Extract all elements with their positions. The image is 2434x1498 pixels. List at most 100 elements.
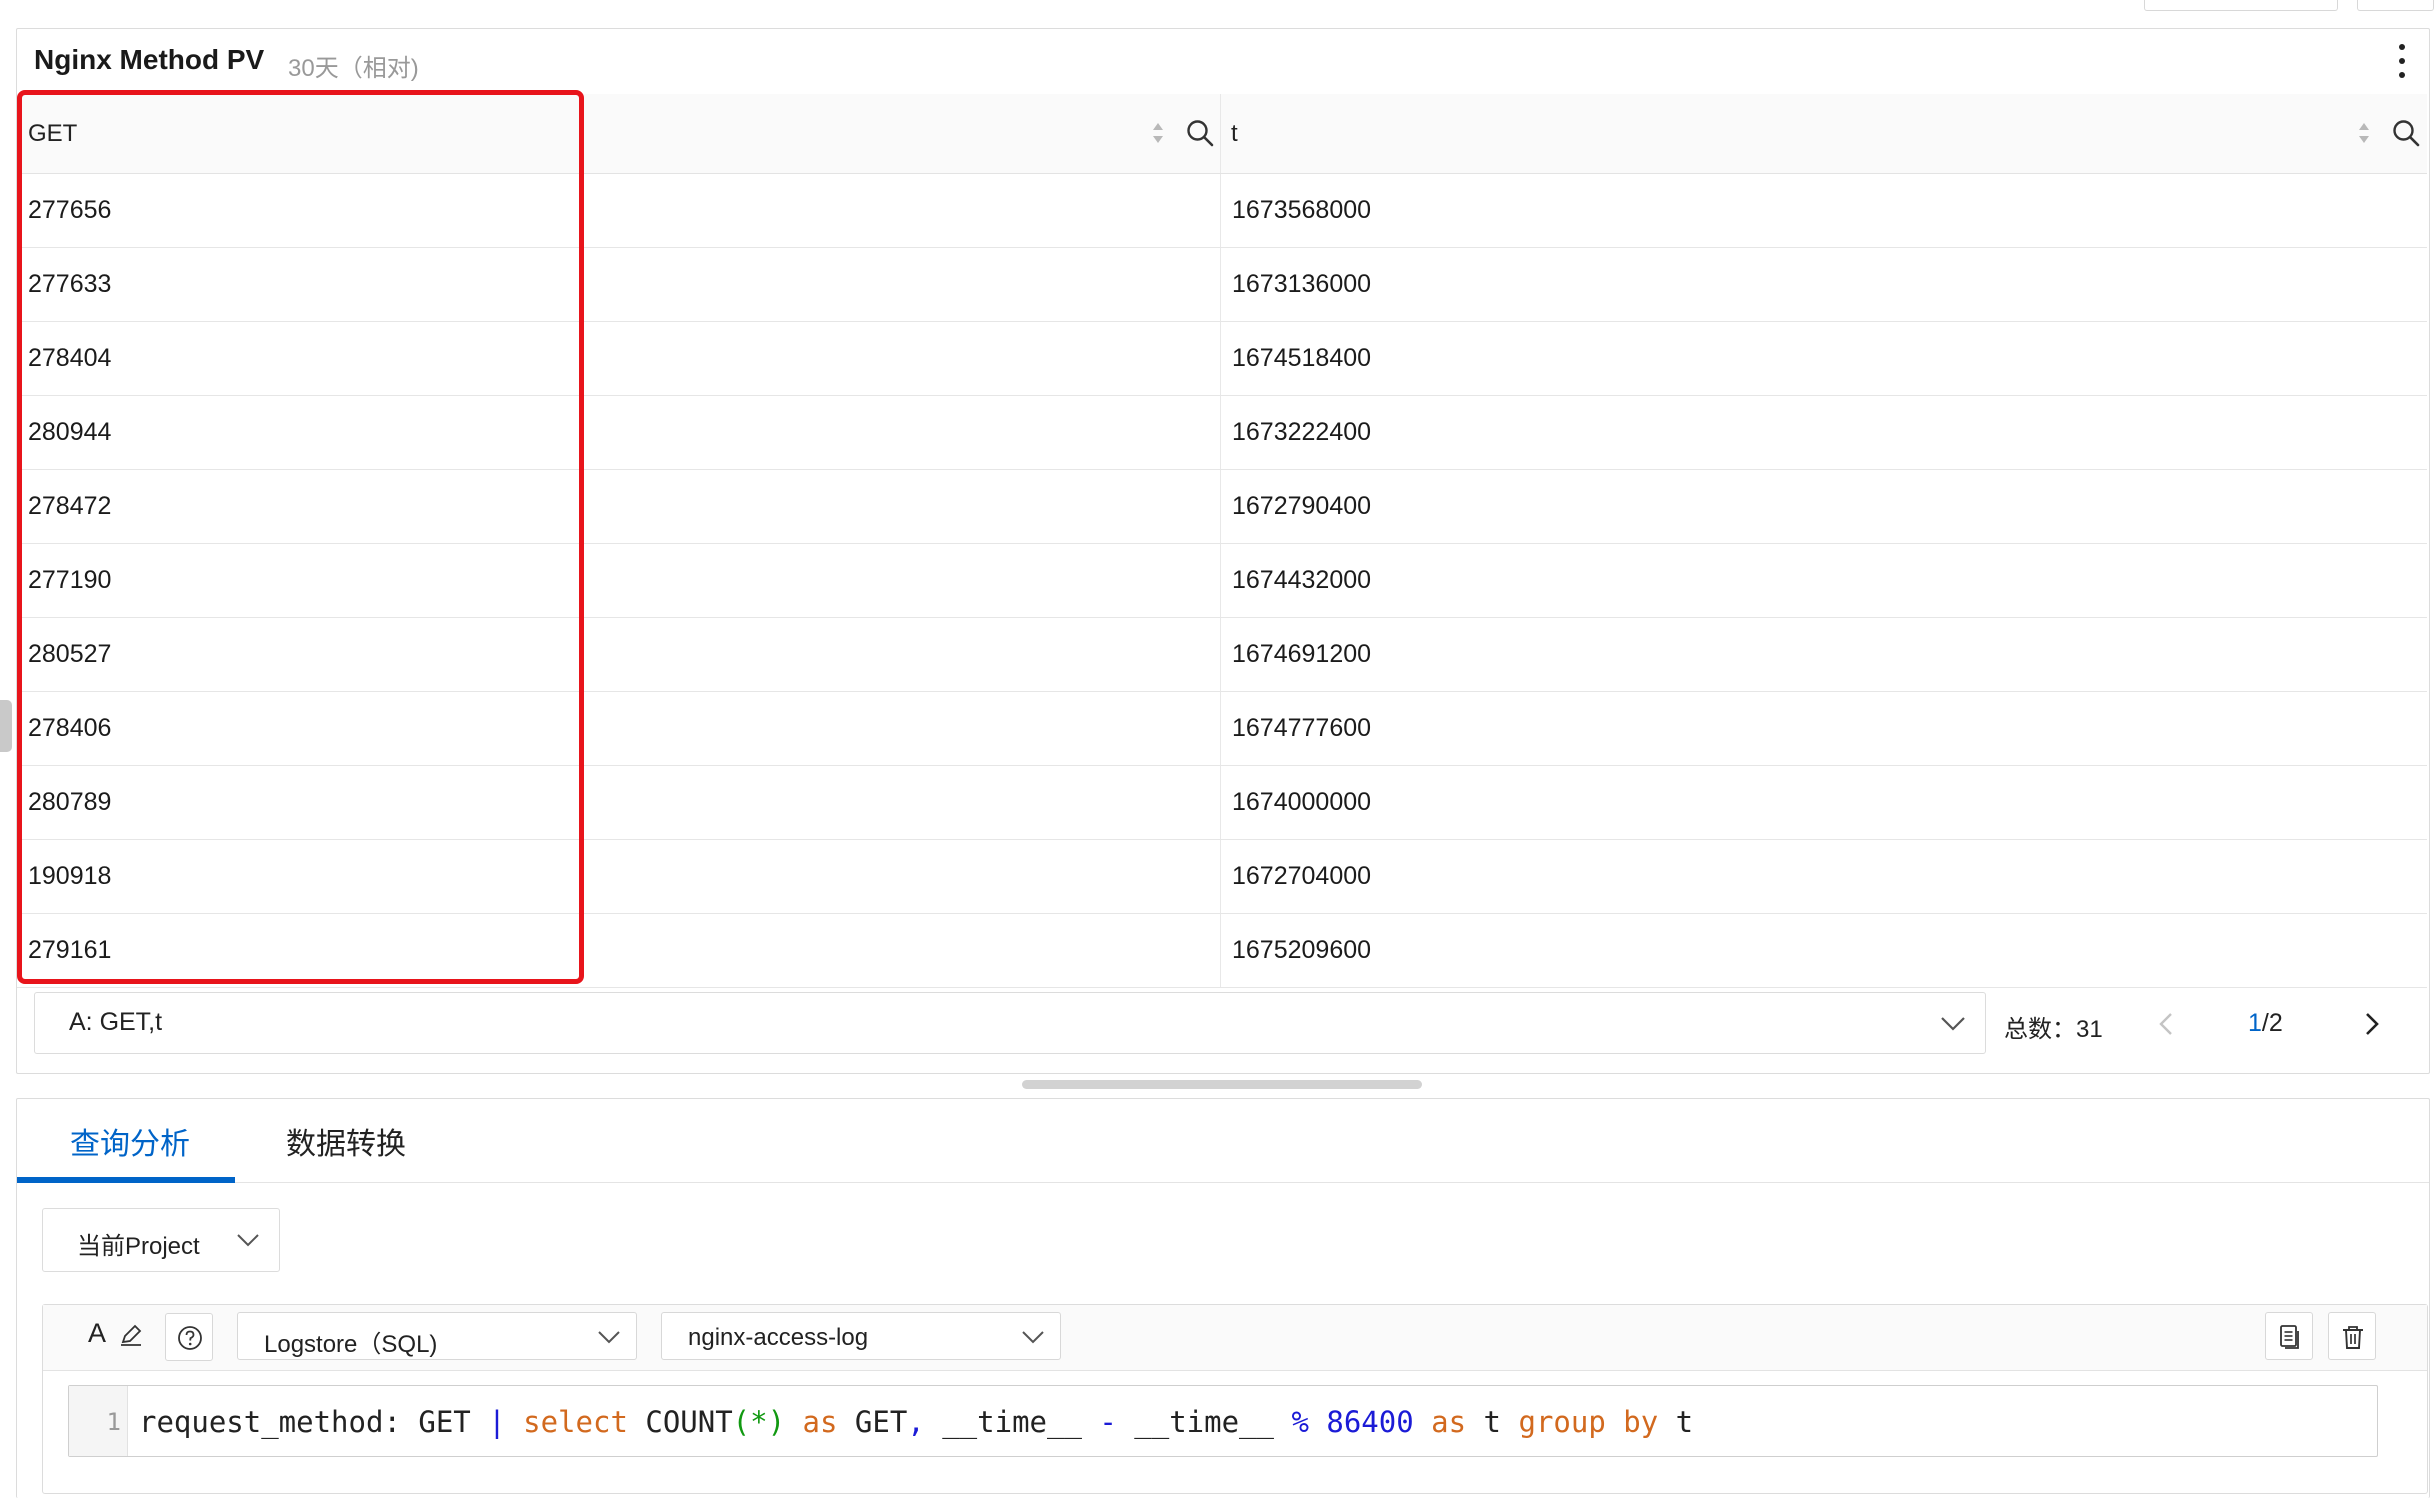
logstore-select[interactable]: nginx-access-log [661, 1312, 1061, 1360]
code-token: GET [837, 1405, 908, 1439]
query-tabs: 查询分析 数据转换 [17, 1099, 2429, 1183]
top-toolbar-button[interactable] [2144, 0, 2338, 11]
cell-t: 1673568000 [1232, 196, 1372, 224]
table-row: 278472 1672790400 [17, 470, 2427, 544]
query-code-editor[interactable]: 1 request_method: GET | select COUNT(*) … [68, 1385, 2378, 1457]
cell-t: 1672790400 [1232, 492, 1372, 520]
code-token: t [1658, 1405, 1694, 1439]
cell-get: 277656 [28, 196, 112, 224]
code-token: __time__ [924, 1405, 1100, 1439]
code-token: 86400 [1326, 1405, 1414, 1439]
table-row: 279161 1675209600 [17, 914, 2427, 988]
table-row: 277190 1674432000 [17, 544, 2427, 618]
store-type-value: Logstore（SQL) [264, 1331, 438, 1358]
project-select[interactable]: 当前Project [42, 1208, 280, 1272]
query-result-select-value: A: GET,t [69, 1008, 163, 1036]
code-token: (*) [732, 1405, 786, 1439]
copy-button[interactable] [2265, 1312, 2313, 1360]
delete-button[interactable] [2328, 1312, 2376, 1360]
code-token: | [488, 1405, 506, 1439]
edit-pen-icon[interactable] [118, 1322, 144, 1348]
cell-t: 1675209600 [1232, 936, 1372, 964]
cell-t: 1673222400 [1232, 418, 1372, 446]
panel-resize-splitter[interactable] [1022, 1080, 1422, 1089]
code-token: select [523, 1405, 628, 1439]
table-row: 280944 1673222400 [17, 396, 2427, 470]
chevron-down-icon [1022, 1331, 1044, 1344]
code-token: by [1623, 1405, 1659, 1439]
cell-get: 278406 [28, 714, 112, 742]
column-header-label: t [1231, 120, 1238, 147]
copy-icon [2280, 1325, 2299, 1349]
table-row: 280527 1674691200 [17, 618, 2427, 692]
table-header: GET t [17, 94, 2427, 174]
more-menu-icon[interactable] [2392, 44, 2412, 78]
question-icon [178, 1326, 202, 1350]
sort-icon[interactable] [2356, 120, 2372, 146]
active-tab-indicator [17, 1177, 235, 1183]
cell-get: 278472 [28, 492, 112, 520]
cell-get: 277190 [28, 566, 112, 594]
next-page-icon[interactable] [2354, 1004, 2388, 1044]
trash-icon [2343, 1326, 2363, 1349]
code-token: __time__ [1116, 1405, 1292, 1439]
column-header-label: GET [28, 120, 78, 147]
total-pages: /2 [2261, 1009, 2283, 1037]
table-row: 277656 1673568000 [17, 174, 2427, 248]
total-count: 总数：31 [2004, 1016, 2103, 1043]
table-row: 190918 1672704000 [17, 840, 2427, 914]
code-token: , [907, 1405, 925, 1439]
chevron-down-icon [1941, 1017, 1965, 1031]
code-token: % [1291, 1405, 1309, 1439]
table-row: 277633 1673136000 [17, 248, 2427, 322]
sort-icon[interactable] [1150, 120, 1166, 146]
query-label-icon[interactable]: A [88, 1318, 106, 1349]
code-token: t [1466, 1405, 1519, 1439]
tab-query-analysis[interactable]: 查询分析 [70, 1119, 190, 1163]
table-row: 280789 1674000000 [17, 766, 2427, 840]
query-result-select[interactable]: A: GET,t [34, 992, 1986, 1054]
pagination-indicator: 1/2 [2248, 1009, 2283, 1038]
code-token: as [1431, 1405, 1467, 1439]
prev-page-icon[interactable] [2150, 1004, 2184, 1044]
side-collapse-handle[interactable] [0, 700, 12, 752]
store-type-select[interactable]: Logstore（SQL) [237, 1312, 637, 1360]
chevron-down-icon [598, 1331, 620, 1344]
cell-get: 280789 [28, 788, 112, 816]
query-code-line[interactable]: request_method: GET | select COUNT(*) as… [139, 1405, 1693, 1439]
top-toolbar-button-2[interactable] [2357, 0, 2434, 11]
column-header-t: t [1220, 94, 2427, 174]
search-icon[interactable] [2391, 118, 2421, 148]
cell-get: 277633 [28, 270, 112, 298]
cell-t: 1674000000 [1232, 788, 1372, 816]
line-number: 1 [106, 1408, 121, 1436]
table-row: 278404 1674518400 [17, 322, 2427, 396]
tab-data-transform[interactable]: 数据转换 [286, 1119, 406, 1163]
panel-title: Nginx Method PV [34, 44, 265, 75]
code-token: : GET [383, 1405, 489, 1439]
help-button[interactable] [165, 1313, 213, 1361]
cell-t: 1672704000 [1232, 862, 1372, 890]
panel-time-range: 30天（相对) [288, 55, 419, 82]
code-token: COUNT [627, 1405, 733, 1439]
code-token: request_method [139, 1405, 384, 1439]
search-icon[interactable] [1185, 118, 1215, 148]
column-header-get: GET [17, 94, 1220, 174]
cell-t: 1674777600 [1232, 714, 1372, 742]
table-body: 277656 1673568000 277633 1673136000 2784… [17, 174, 2427, 988]
chevron-down-icon [237, 1234, 259, 1247]
cell-get: 190918 [28, 862, 112, 890]
cell-get: 280944 [28, 418, 112, 446]
code-token: as [802, 1405, 838, 1439]
cell-get: 280527 [28, 640, 112, 668]
cell-t: 1673136000 [1232, 270, 1372, 298]
cell-t: 1674691200 [1232, 640, 1372, 668]
code-token: - [1099, 1405, 1117, 1439]
cell-t: 1674518400 [1232, 344, 1372, 372]
cell-t: 1674432000 [1232, 566, 1372, 594]
